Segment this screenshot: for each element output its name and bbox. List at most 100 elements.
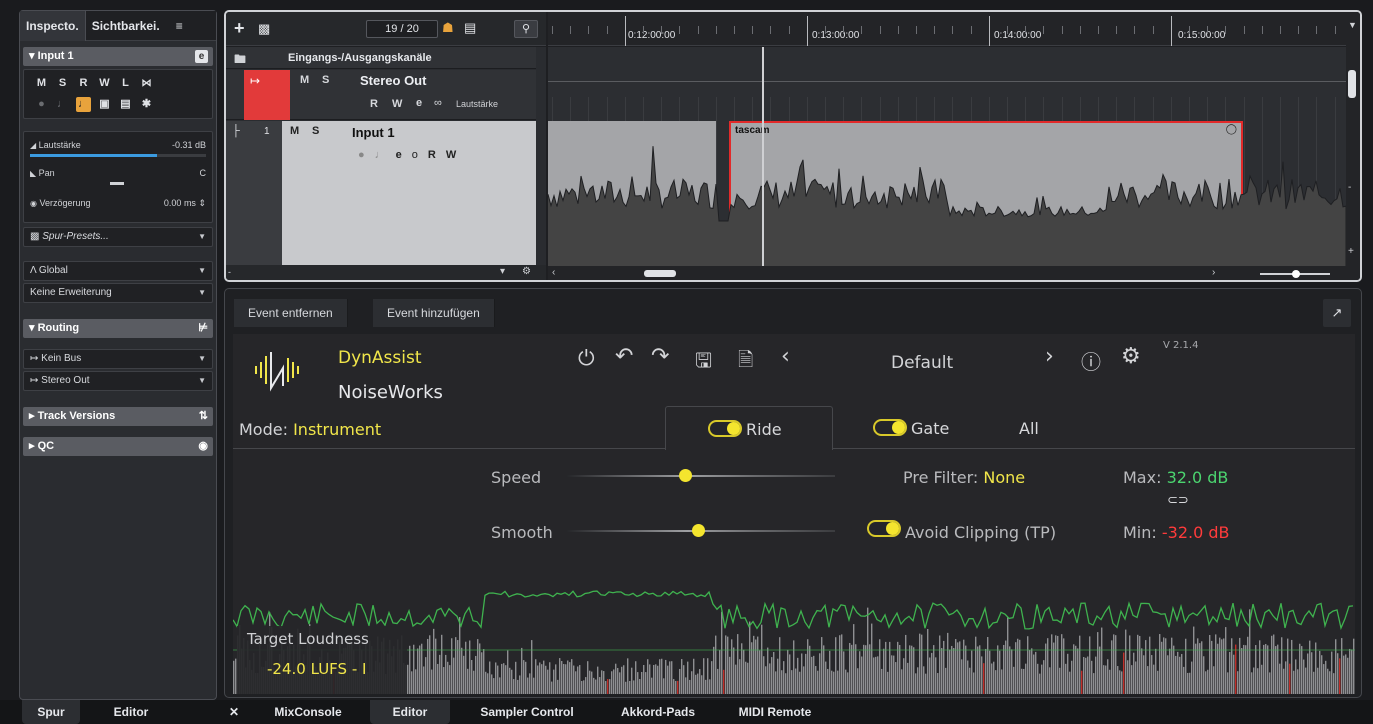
power-icon[interactable]: ⏻: [578, 346, 595, 371]
pan-row[interactable]: ◣ Pan: [30, 168, 55, 178]
write-button[interactable]: W: [392, 98, 402, 110]
mute-button[interactable]: M: [290, 125, 299, 137]
input-bus-dropdown[interactable]: ↦ Kein Bus ▼: [23, 349, 213, 369]
delay-value-field[interactable]: 0.00 ms ⇕: [164, 198, 206, 209]
tab-editor[interactable]: Editor: [370, 700, 450, 724]
monitor-icon[interactable]: ♩: [55, 97, 70, 112]
chevron-down-icon[interactable]: ▾: [500, 266, 505, 277]
global-dropdown[interactable]: Λ Global ▼: [23, 261, 213, 281]
track-versions-header[interactable]: ▸ Track Versions ⇅: [23, 407, 213, 426]
tab-inspector[interactable]: Inspecto.: [20, 10, 86, 41]
tab-visibility[interactable]: Sichtbarkei.: [86, 11, 166, 41]
solo-button[interactable]: S: [322, 74, 329, 86]
write-button[interactable]: W: [97, 76, 112, 91]
gear-icon[interactable]: ⚙: [522, 266, 531, 277]
tab-all[interactable]: All: [1019, 419, 1039, 438]
min-row[interactable]: Min: -32.0 dB: [1123, 523, 1230, 542]
mute-button[interactable]: M: [300, 74, 309, 86]
volume-row[interactable]: ◢ Lautstärke: [30, 140, 81, 150]
record-enable-icon[interactable]: ●: [34, 97, 49, 112]
track-name[interactable]: Stereo Out: [360, 73, 426, 88]
track-presets-dropdown[interactable]: ▩ Spur-Presets... ▼: [23, 227, 213, 247]
automation-param-label[interactable]: Lautstärke: [456, 99, 498, 109]
search-icon[interactable]: ⚲: [514, 20, 538, 38]
edit-channel-icon[interactable]: e: [396, 149, 402, 167]
lanes-icon[interactable]: ▤: [118, 97, 133, 112]
routing-section-header[interactable]: ▾ Routing ⊭: [23, 319, 213, 338]
ride-toggle[interactable]: [708, 420, 742, 437]
track-presets-icon[interactable]: ▩: [258, 21, 270, 37]
preset-name[interactable]: Default: [891, 353, 953, 373]
pan-indicator[interactable]: [110, 182, 124, 185]
link-icon[interactable]: ∞: [434, 97, 442, 109]
tab-editor-left[interactable]: Editor: [96, 700, 166, 724]
prefilter-row[interactable]: Pre Filter: None: [903, 468, 1025, 487]
vertical-scrollbar[interactable]: ▼ - +: [1346, 12, 1360, 280]
track-name[interactable]: Input 1: [352, 125, 395, 140]
arrange-area[interactable]: tascam ◯: [548, 47, 1346, 267]
target-loudness-box[interactable]: Target Loudness -24.0 LUFS - I: [237, 626, 407, 694]
volume-fader[interactable]: [30, 154, 206, 157]
scroll-thumb[interactable]: [1348, 70, 1356, 98]
stereo-out-track[interactable]: ↦ M S Stereo Out R W e ∞ Lautstärke: [226, 70, 536, 120]
scroll-left-icon[interactable]: ‹: [552, 267, 555, 278]
stepper-icon[interactable]: ⇕: [198, 198, 206, 208]
output-bus-dropdown[interactable]: ↦ Stereo Out ▼: [23, 371, 213, 391]
zoom-out-icon[interactable]: -: [1348, 182, 1351, 193]
add-track-icon[interactable]: +: [234, 18, 245, 39]
new-file-icon[interactable]: 🗎: [738, 346, 753, 378]
lock-icon[interactable]: ▣: [97, 97, 112, 112]
edit-channel-icon[interactable]: e: [416, 97, 422, 109]
gate-toggle[interactable]: [873, 419, 907, 436]
link-icon[interactable]: ⊂⊃: [1167, 493, 1189, 508]
tab-gate[interactable]: Gate: [873, 406, 983, 450]
read-button[interactable]: R: [370, 98, 378, 110]
chevron-down-icon[interactable]: ▼: [1348, 20, 1357, 30]
show-track-icon[interactable]: ☗: [442, 20, 458, 38]
tab-midi-remote[interactable]: MIDI Remote: [720, 700, 830, 724]
solo-button[interactable]: S: [55, 76, 70, 91]
tab-ride[interactable]: Ride: [665, 406, 833, 450]
visible-tracks-counter[interactable]: 19 / 20: [366, 20, 438, 38]
listen-button[interactable]: L: [118, 76, 133, 91]
timeline-ruler[interactable]: 0:12:00:00 0:13:00:00 0:14:00:00 0:15:00…: [548, 12, 1346, 46]
read-button[interactable]: R: [76, 76, 91, 91]
track-section-header[interactable]: ▾ Input 1 e: [23, 47, 213, 66]
open-external-icon[interactable]: ↗: [1323, 299, 1351, 327]
remove-event-button[interactable]: Event entfernen: [234, 299, 348, 327]
mute-button[interactable]: M: [34, 76, 49, 91]
settings-icon[interactable]: ⚙: [1121, 344, 1141, 369]
zoom-slider[interactable]: [1260, 270, 1330, 278]
volume-value[interactable]: -0.31 dB: [172, 140, 206, 150]
folder-track[interactable]: 🖿 Eingangs-/Ausgangskanäle: [226, 47, 536, 69]
lanes-icon[interactable]: o: [412, 149, 418, 167]
speed-slider[interactable]: [567, 469, 835, 482]
help-icon[interactable]: ⓘ: [1081, 346, 1101, 375]
redo-icon[interactable]: ↷: [651, 344, 669, 369]
tab-chord-pads[interactable]: Akkord-Pads: [608, 700, 708, 724]
monitor-icon[interactable]: ♩: [375, 149, 386, 167]
tab-mixconsole[interactable]: MixConsole: [258, 700, 358, 724]
record-enable-icon[interactable]: ●: [358, 149, 365, 167]
save-icon[interactable]: 🖫: [695, 346, 712, 380]
tab-spur[interactable]: Spur: [22, 700, 80, 724]
horizontal-scrollbar[interactable]: ‹ ›: [548, 266, 1346, 280]
monitor-split-icon[interactable]: ⋈: [139, 76, 154, 91]
avoid-clipping-toggle[interactable]: [867, 520, 901, 537]
solo-button[interactable]: S: [312, 125, 319, 137]
extension-dropdown[interactable]: Keine Erweiterung ▼: [23, 283, 213, 303]
qc-header[interactable]: ▸ QC ◉: [23, 437, 213, 456]
folder-view-icon[interactable]: ▤: [464, 20, 480, 38]
pan-value[interactable]: C: [200, 168, 207, 178]
close-icon[interactable]: ✕: [224, 700, 244, 724]
menu-icon[interactable]: ≡: [170, 11, 189, 41]
add-event-button[interactable]: Event hinzufügen: [373, 299, 495, 327]
max-row[interactable]: Max: 32.0 dB: [1123, 468, 1228, 487]
speed-slider-knob[interactable]: [678, 469, 692, 482]
next-preset-icon[interactable]: ›: [1045, 344, 1054, 369]
freeze-icon[interactable]: ✱: [139, 97, 154, 112]
playhead-cursor[interactable]: [762, 47, 764, 267]
smooth-slider-knob[interactable]: [692, 524, 706, 537]
tab-sampler-control[interactable]: Sampler Control: [462, 700, 592, 724]
musical-mode-icon[interactable]: ♩: [76, 97, 91, 112]
